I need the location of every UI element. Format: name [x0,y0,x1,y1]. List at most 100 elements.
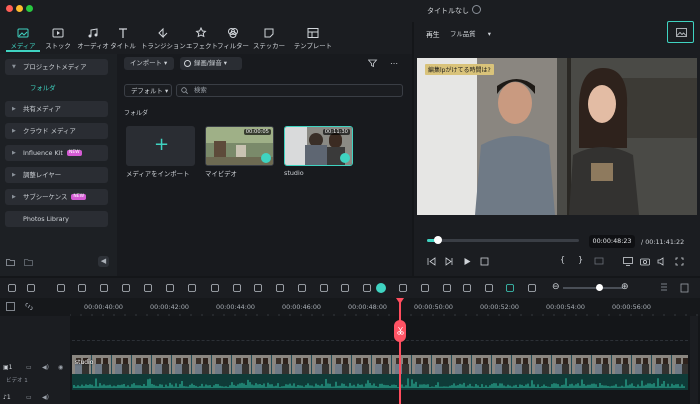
marker-icon[interactable] [398,283,408,293]
delete-icon[interactable] [99,283,109,293]
sidebar-item-cloud-media[interactable]: ▶ クラウド メディア [5,123,108,139]
camera-icon[interactable] [640,257,650,266]
collapse-sidebar-button[interactable]: ◀ [98,256,109,267]
audio-track-icon[interactable]: ♪1 [3,394,11,401]
keyframe-icon[interactable] [210,283,220,293]
zoom-in-icon[interactable]: ⊕ [621,283,629,292]
play-icon[interactable] [463,257,472,266]
playhead-marker[interactable] [396,298,404,304]
crop-icon[interactable] [143,283,153,293]
link-icon[interactable] [24,302,34,311]
eye-icon[interactable]: ◉ [58,364,63,371]
play-pause-icon[interactable] [445,257,454,266]
tab-title[interactable]: タイトル [108,26,138,52]
tab-template[interactable]: テンプレート [292,26,334,52]
mark-in-icon[interactable]: { [560,255,565,264]
mic-icon[interactable] [462,283,472,293]
quality-dropdown[interactable]: フル品質 ▾ [450,29,491,38]
vertical-scrollbar[interactable] [690,316,698,404]
zoom-out-icon[interactable]: ⊖ [552,283,560,292]
tab-transition[interactable]: トランジション [141,26,186,52]
color-icon[interactable] [275,283,285,293]
pip-icon[interactable] [527,283,537,293]
timeline-settings-icon[interactable] [680,283,689,293]
sidebar-item-influence-kit[interactable]: ▶ Influence Kit NEW [5,145,108,161]
prev-frame-icon[interactable] [427,257,436,266]
sidebar-item-shared-media[interactable]: ▶ 共有メディア [5,101,108,117]
flag-icon[interactable] [420,283,430,293]
more-tools-icon[interactable] [362,283,372,293]
zoom-slider-knob[interactable] [596,284,603,291]
playhead[interactable] [399,298,401,404]
zoom-slider-track[interactable] [563,284,623,291]
tab-filter[interactable]: フィルター [217,26,249,52]
sidebar-item-folder[interactable]: フォルダ [5,80,108,96]
snapshot-button[interactable] [667,21,694,43]
playback-progress-knob[interactable] [433,236,442,244]
tab-effect[interactable]: エフェクト [186,26,218,52]
mark-out-icon[interactable]: } [578,255,583,264]
playhead-split-handle[interactable] [394,320,406,342]
filter-icon[interactable] [368,59,379,68]
empty-track-area[interactable] [72,340,688,354]
auto-ripple-toggle[interactable] [376,283,386,293]
fullscreen-icon[interactable] [675,257,684,266]
display-settings-icon[interactable] [594,257,606,266]
playback-progress-track[interactable] [427,236,579,244]
redo-icon[interactable] [77,283,87,293]
sidebar-item-photos-library[interactable]: Photos Library [5,211,108,227]
tab-stock[interactable]: ストック [43,26,73,52]
import-dropdown[interactable]: インポート ▾ [124,57,174,70]
add-track-icon[interactable] [6,302,15,311]
volume-icon[interactable]: ◀) [42,364,49,371]
maximize-window-button[interactable] [26,5,33,12]
monitor-icon[interactable] [623,257,633,266]
shield-icon[interactable] [442,283,452,293]
folder-link-icon[interactable] [24,258,33,266]
undo-icon[interactable] [56,283,66,293]
new-folder-icon[interactable] [6,258,15,266]
tab-sticker[interactable]: ステッカー [250,26,288,52]
record-dropdown[interactable]: 録画/録音 ▾ [180,57,242,70]
tab-audio[interactable]: オーディオ [76,26,110,52]
duration-icon[interactable] [340,283,350,293]
sidebar-item-adjustment-layer[interactable]: ▶ 調整レイヤー [5,167,108,183]
video-clip[interactable]: studio [72,355,688,374]
pointer-icon[interactable] [26,283,36,293]
track-layout-icon[interactable] [660,283,668,293]
text-icon[interactable] [187,283,197,293]
sidebar-item-project-media[interactable]: ▼ プロジェクトメディア [5,59,108,75]
stabilize-icon[interactable] [319,283,329,293]
volume-icon[interactable]: ◀) [42,394,49,401]
sidebar-item-subsequence[interactable]: ▶ サブシーケンス NEW [5,189,108,205]
import-media-tile[interactable]: + [126,126,195,166]
folder-icon[interactable]: ▭ [26,364,32,371]
speed-ramp-icon[interactable] [232,283,242,293]
current-time[interactable]: 00:00:48:23 [589,235,635,248]
sort-dropdown[interactable]: デフォルト ▾ [124,84,172,97]
audio-clip[interactable] [72,374,688,390]
search-input[interactable]: 検索 [176,84,403,97]
minimize-window-button[interactable] [16,5,23,12]
speed-icon[interactable] [165,283,175,293]
audio-mix-icon[interactable] [484,283,494,293]
folder-icon[interactable]: ▭ [26,394,32,401]
stop-icon[interactable] [480,257,489,266]
mask-icon[interactable] [297,283,307,293]
timer-icon[interactable] [253,283,263,293]
close-window-button[interactable] [6,5,13,12]
media-thumbnail-studio[interactable]: 00:11:30 [284,126,353,166]
filmstrip-frame [392,355,411,374]
more-options-icon[interactable]: ⋯ [390,59,398,68]
project-info-icon[interactable] [472,5,481,14]
video-track-icon[interactable]: ▣1 [3,364,13,371]
media-thumbnail-myvideo[interactable]: 00:00:05 [205,126,274,166]
filmstrip-frame [312,355,331,374]
filmstrip-frame [432,355,451,374]
volume-icon[interactable] [657,257,667,266]
grid-icon[interactable] [7,283,17,293]
cut-icon[interactable] [121,283,131,293]
snap-icon[interactable] [505,283,515,293]
video-caption-overlay: 編集lpがけてる時間は? [425,64,494,75]
tab-media[interactable]: メディア [6,26,40,52]
